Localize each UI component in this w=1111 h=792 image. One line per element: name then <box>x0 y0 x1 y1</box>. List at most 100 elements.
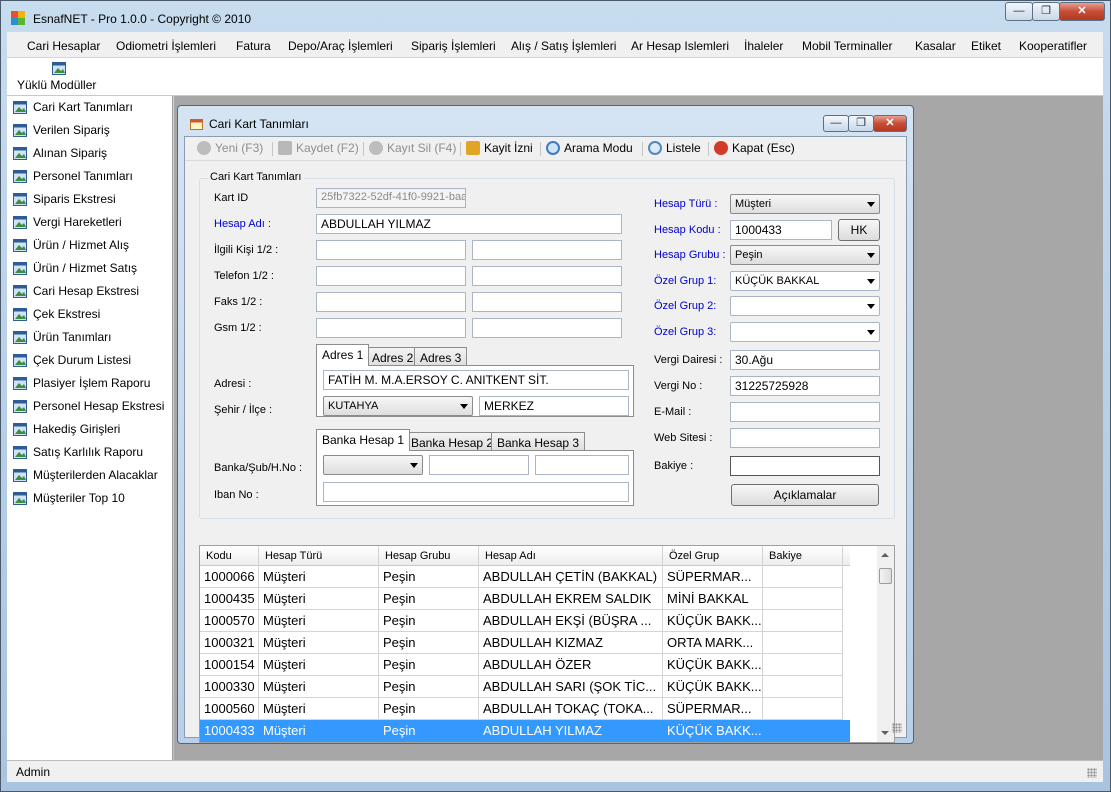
sidebar-item-12[interactable]: Plasiyer İşlem Raporu <box>13 373 150 393</box>
menu-mobil-terminaller[interactable]: Mobil Terminaller <box>802 39 892 53</box>
menu-depo-arac[interactable]: Depo/Araç İşlemleri <box>288 39 393 53</box>
menu-cari-hesaplar[interactable]: Cari Hesaplar <box>27 39 100 53</box>
vergi-no-field[interactable]: 31225725928 <box>730 376 880 396</box>
grid-column-header[interactable]: Kodu <box>200 546 259 566</box>
sidebar-item-2[interactable]: Alınan Sipariş <box>13 143 107 163</box>
table-row[interactable]: 1000154 Müşteri Peşin ABDULLAH ÖZER KÜÇÜK BA… <box>200 654 850 676</box>
table-row[interactable]: 1000560 Müşteri Peşin ABDULLAH TOKAÇ (TOKA.… <box>200 698 850 720</box>
child-close-button[interactable]: ✕ <box>873 115 907 132</box>
tab-adres-3[interactable]: Adres 3 <box>414 347 468 367</box>
child-minimize-button[interactable]: — <box>823 115 849 132</box>
sidebar-item-10[interactable]: Ürün Tanımları <box>13 327 111 347</box>
scroll-thumb[interactable] <box>879 568 892 584</box>
sidebar-item-3[interactable]: Personel Tanımları <box>13 166 133 186</box>
table-row[interactable]: 1000433 Müşteri Peşin ABDULLAH YILMAZ KÜÇÜK … <box>200 720 850 742</box>
sidebar-item-0[interactable]: Cari Kart Tanımları <box>13 97 133 117</box>
telefon-1-field[interactable] <box>316 266 466 286</box>
scroll-up-icon[interactable] <box>881 553 889 557</box>
faks-2-field[interactable] <box>472 292 622 312</box>
grid-column-header[interactable]: Hesap Türü <box>259 546 379 566</box>
menu-ar-hesap[interactable]: Ar Hesap Islemleri <box>631 39 729 53</box>
grid-scrollbar[interactable] <box>877 546 894 742</box>
kart-id-field[interactable]: 25fb7322-52df-41f0-9921-baa3 <box>316 188 466 208</box>
sube-field[interactable] <box>429 455 529 475</box>
sidebar-item-14[interactable]: Hakediş Girişleri <box>13 419 120 439</box>
table-row[interactable]: 1000330 Müşteri Peşin ABDULLAH SARI (ŞOK Tİ… <box>200 676 850 698</box>
sidebar-item-7[interactable]: Ürün / Hizmet Satış <box>13 258 137 278</box>
loaded-modules-button[interactable]: Yüklü Modüller <box>17 78 96 92</box>
sidebar-item-5[interactable]: Vergi Hareketleri <box>13 212 122 232</box>
sidebar-item-1[interactable]: Verilen Sipariş <box>13 120 110 140</box>
sehir-dropdown[interactable]: KUTAHYA <box>323 396 473 416</box>
faks-1-field[interactable] <box>316 292 466 312</box>
close-button[interactable]: ✕ <box>1059 2 1105 21</box>
tab-adres-2[interactable]: Adres 2 <box>366 347 420 367</box>
menu-etiket[interactable]: Etiket <box>971 39 1001 53</box>
hesap-kodu-field[interactable]: 1000433 <box>730 220 832 240</box>
grid-column-header[interactable]: Bakiye <box>763 546 843 566</box>
menu-ihaleler[interactable]: İhaleler <box>744 39 783 53</box>
menu-fatura[interactable]: Fatura <box>236 39 271 53</box>
gsm-1-field[interactable] <box>316 318 466 338</box>
bakiye-field[interactable] <box>730 456 880 476</box>
ilgili-kisi-1-field[interactable] <box>316 240 466 260</box>
address-field[interactable]: FATİH M. M.A.ERSOY C. ANITKENT SİT. <box>323 370 629 390</box>
sidebar-item-6[interactable]: Ürün / Hizmet Alış <box>13 235 129 255</box>
tab-banka-2[interactable]: Banka Hesap 2 <box>405 432 500 452</box>
table-row[interactable]: 1000066 Müşteri Peşin ABDULLAH ÇETİN (BAKKA… <box>200 566 850 588</box>
ozel-grup-1-dropdown[interactable]: KÜÇÜK BAKKAL <box>730 271 880 291</box>
search-mode-button[interactable]: Arama Modu <box>546 141 633 155</box>
minimize-button[interactable]: — <box>1005 2 1033 21</box>
hesap-turu-dropdown[interactable]: Müşteri <box>730 194 880 214</box>
vergi-dairesi-field[interactable]: 30.Ağu <box>730 350 880 370</box>
record-permission-button[interactable]: Kayit İzni <box>466 141 533 155</box>
iban-field[interactable] <box>323 482 629 502</box>
tab-adres-1[interactable]: Adres 1 <box>316 344 370 366</box>
tab-banka-3[interactable]: Banka Hesap 3 <box>491 432 586 452</box>
save-button[interactable]: Kaydet (F2) <box>278 141 359 155</box>
ozel-grup-2-dropdown[interactable] <box>730 296 880 316</box>
gsm-2-field[interactable] <box>472 318 622 338</box>
email-field[interactable] <box>730 402 880 422</box>
sidebar-item-16[interactable]: Müşterilerden Alacaklar <box>13 465 158 485</box>
new-button[interactable]: Yeni (F3) <box>197 141 263 155</box>
sidebar-item-9[interactable]: Çek Ekstresi <box>13 304 100 324</box>
scroll-down-icon[interactable] <box>881 731 889 735</box>
table-row[interactable]: 1000570 Müşteri Peşin ABDULLAH EKŞİ (BÜŞRA … <box>200 610 850 632</box>
grid-column-header[interactable]: Hesap Adı <box>479 546 663 566</box>
list-button[interactable]: Listele <box>648 141 701 155</box>
hesap-grubu-dropdown[interactable]: Peşin <box>730 245 880 265</box>
resize-grip-icon[interactable] <box>1087 768 1097 778</box>
child-maximize-button[interactable]: ❐ <box>848 115 874 132</box>
maximize-button[interactable]: ❐ <box>1032 2 1060 21</box>
menu-odiometri[interactable]: Odiometri İşlemleri <box>116 39 216 53</box>
menu-kooperatifler[interactable]: Kooperatifler <box>1019 39 1087 53</box>
menu-kasalar[interactable]: Kasalar <box>915 39 956 53</box>
tab-banka-1[interactable]: Banka Hesap 1 <box>316 429 411 451</box>
sidebar-item-4[interactable]: Siparis Ekstresi <box>13 189 116 209</box>
hesap-no-field[interactable] <box>535 455 629 475</box>
sidebar-item-13[interactable]: Personel Hesap Ekstresi <box>13 396 164 416</box>
delete-record-button[interactable]: Kayıt Sil (F4) <box>369 141 456 155</box>
grid-column-header[interactable]: Hesap Grubu <box>379 546 479 566</box>
ilgili-kisi-2-field[interactable] <box>472 240 622 260</box>
close-form-button[interactable]: Kapat (Esc) <box>714 141 795 155</box>
aciklamalar-button[interactable]: Açıklamalar <box>731 484 879 506</box>
table-row[interactable]: 1000435 Müşteri Peşin ABDULLAH EKREM SALDIK… <box>200 588 850 610</box>
web-field[interactable] <box>730 428 880 448</box>
menu-siparis[interactable]: Sipariş İşlemleri <box>411 39 496 53</box>
sidebar-item-17[interactable]: Müşteriler Top 10 <box>13 488 125 508</box>
grid-column-header[interactable]: Özel Grup <box>663 546 763 566</box>
sidebar-item-15[interactable]: Satış Karlılık Raporu <box>13 442 143 462</box>
hk-button[interactable]: HK <box>838 219 880 241</box>
telefon-2-field[interactable] <box>472 266 622 286</box>
menu-alis-satis[interactable]: Alış / Satış İşlemleri <box>511 39 616 53</box>
table-row[interactable]: 1000321 Müşteri Peşin ABDULLAH KIZMAZ ORTA M… <box>200 632 850 654</box>
hesap-adi-field[interactable]: ABDULLAH YILMAZ <box>316 214 622 234</box>
ozel-grup-3-dropdown[interactable] <box>730 322 880 342</box>
banka-dropdown[interactable] <box>323 455 423 475</box>
ilce-field[interactable]: MERKEZ <box>479 396 629 416</box>
child-resize-grip-icon[interactable] <box>892 723 902 733</box>
sidebar-item-11[interactable]: Çek Durum Listesi <box>13 350 131 370</box>
sidebar-item-8[interactable]: Cari Hesap Ekstresi <box>13 281 139 301</box>
